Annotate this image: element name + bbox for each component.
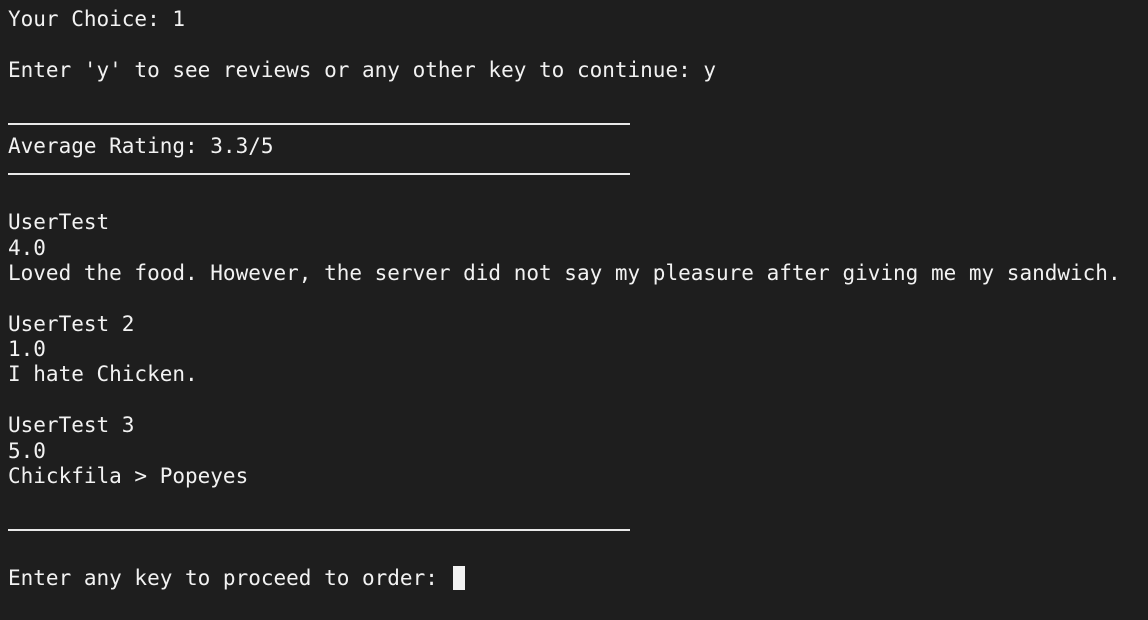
divider-middle bbox=[8, 159, 1148, 184]
terminal-window[interactable]: Your Choice: 1 Enter 'y' to see reviews … bbox=[0, 0, 1148, 620]
divider-rule bbox=[8, 528, 630, 531]
review-rating: 5.0 bbox=[8, 438, 46, 463]
choice-line: Your Choice: 1 bbox=[8, 7, 186, 31]
review-user: UserTest bbox=[8, 210, 110, 235]
review-text: Loved the food. However, the server did … bbox=[8, 260, 1121, 285]
review-text: I hate Chicken. bbox=[8, 362, 198, 387]
text-cursor[interactable] bbox=[452, 565, 465, 590]
average-rating-line: Average Rating: 3.3/5 bbox=[8, 133, 274, 158]
review-rating: 1.0 bbox=[8, 337, 46, 362]
divider-top bbox=[8, 109, 1148, 134]
proceed-prompt-text: Enter any key to proceed to order: bbox=[8, 565, 451, 590]
divider-rule bbox=[8, 122, 630, 125]
review-user: UserTest 3 bbox=[8, 413, 135, 438]
reviews-prompt-line: Enter 'y' to see reviews or any other ke… bbox=[8, 57, 717, 82]
proceed-prompt-line: Enter any key to proceed to order: bbox=[8, 565, 1148, 591]
divider-bottom bbox=[8, 515, 1148, 540]
review-rating: 4.0 bbox=[8, 235, 46, 260]
divider-rule bbox=[8, 173, 630, 176]
review-text: Chickfila > Popeyes bbox=[8, 464, 249, 489]
review-user: UserTest 2 bbox=[8, 311, 135, 336]
